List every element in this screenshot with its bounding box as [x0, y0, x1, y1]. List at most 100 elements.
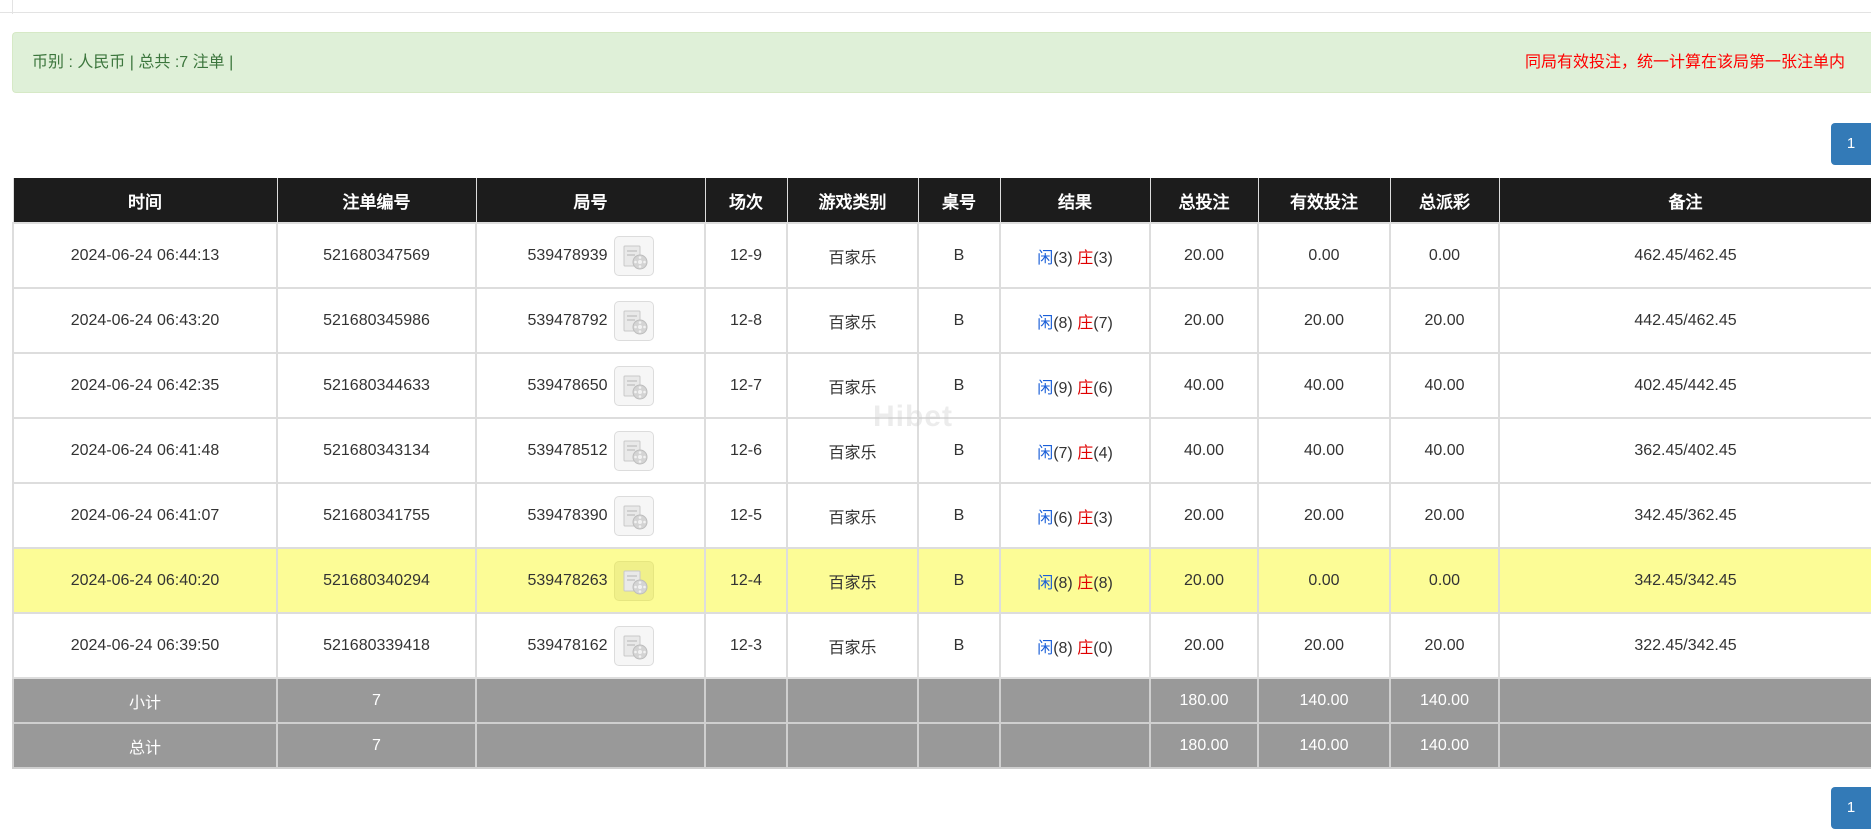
col-header-note: 备注 — [1498, 178, 1871, 224]
col-header-valid-bet: 有效投注 — [1257, 178, 1391, 224]
subtotal-row: 小计 7 180.00 140.00 140.00 — [12, 677, 1871, 724]
video-replay-icon[interactable] — [613, 235, 654, 276]
pagination-page-1-top[interactable]: 1 — [1831, 123, 1871, 165]
video-replay-icon[interactable] — [613, 495, 654, 536]
empty-cell — [704, 722, 788, 769]
cell-result: 闲(3) 庄(3) — [999, 222, 1151, 289]
cell-bet-no: 521680343134 — [276, 417, 477, 484]
banker-score: (7) — [1093, 314, 1113, 332]
round-number: 539478390 — [527, 506, 608, 524]
valid-bet-notice: 同局有效投注，统一计算在该局第一张注单内 — [1524, 54, 1845, 71]
cell-total-bet: 20.00 — [1149, 482, 1259, 549]
table-row: 2024-06-24 06:43:20 521680345986 539478792… — [12, 287, 1871, 354]
top-divider-cap — [12, 0, 13, 14]
banker-score: (6) — [1093, 379, 1113, 397]
banker-label: 庄 — [1077, 314, 1094, 332]
empty-cell — [917, 677, 1001, 724]
cell-game-type: 百家乐 — [786, 612, 919, 679]
player-score: (8) — [1053, 314, 1073, 332]
round-number: 539478512 — [527, 441, 608, 459]
cell-session: 12-8 — [704, 287, 788, 354]
table-row: 2024-06-24 06:39:50 521680339418 539478162… — [12, 612, 1871, 679]
cell-payout: 0.00 — [1389, 547, 1500, 614]
cell-time: 2024-06-24 06:43:20 — [12, 287, 278, 354]
empty-cell — [1498, 722, 1871, 769]
col-header-result: 结果 — [999, 178, 1151, 224]
cell-result: 闲(8) 庄(7) — [999, 287, 1151, 354]
cell-game-type: 百家乐 — [786, 352, 919, 419]
subtotal-valid-bet: 140.00 — [1257, 677, 1391, 724]
table-row: 2024-06-24 06:41:48 521680343134 539478512… — [12, 417, 1871, 484]
player-label: 闲 — [1037, 314, 1054, 332]
cell-payout: 20.00 — [1389, 287, 1500, 354]
cell-round: 539478162 — [475, 612, 706, 679]
cell-bet-no: 521680340294 — [276, 547, 477, 614]
cell-result: 闲(9) 庄(6) — [999, 352, 1151, 419]
grandtotal-row: 总计 7 180.00 140.00 140.00 — [12, 722, 1871, 769]
grandtotal-total-bet: 180.00 — [1149, 722, 1259, 769]
cell-total-bet: 40.00 — [1149, 417, 1259, 484]
round-number: 539478263 — [527, 571, 608, 589]
cell-total-bet: 20.00 — [1149, 612, 1259, 679]
cell-table-no: B — [917, 417, 1001, 484]
round-number: 539478162 — [527, 636, 608, 654]
cell-time: 2024-06-24 06:41:07 — [12, 482, 278, 549]
cell-bet-no: 521680344633 — [276, 352, 477, 419]
player-score: (8) — [1053, 574, 1073, 592]
cell-valid-bet: 20.00 — [1257, 612, 1391, 679]
cell-game-type: 百家乐 — [786, 222, 919, 289]
cell-time: 2024-06-24 06:40:20 — [12, 547, 278, 614]
banker-score: (4) — [1093, 444, 1113, 462]
player-label: 闲 — [1037, 379, 1054, 397]
cell-valid-bet: 0.00 — [1257, 547, 1391, 614]
cell-time: 2024-06-24 06:41:48 — [12, 417, 278, 484]
table-row: 2024-06-24 06:41:07 521680341755 539478390… — [12, 482, 1871, 549]
cell-note: 342.45/362.45 — [1498, 482, 1871, 549]
bet-records-table: 时间 注单编号 局号 场次 游戏类别 桌号 结果 总投注 有效投注 总派彩 备注… — [12, 178, 1871, 769]
col-header-payout: 总派彩 — [1389, 178, 1500, 224]
player-label: 闲 — [1037, 444, 1054, 462]
cell-valid-bet: 20.00 — [1257, 287, 1391, 354]
cell-total-bet: 20.00 — [1149, 287, 1259, 354]
cell-session: 12-5 — [704, 482, 788, 549]
cell-total-bet: 40.00 — [1149, 352, 1259, 419]
banker-label: 庄 — [1077, 444, 1094, 462]
cell-bet-no: 521680347569 — [276, 222, 477, 289]
cell-payout: 20.00 — [1389, 482, 1500, 549]
video-replay-icon[interactable] — [613, 625, 654, 666]
cell-time: 2024-06-24 06:44:13 — [12, 222, 278, 289]
cell-total-bet: 20.00 — [1149, 222, 1259, 289]
cell-session: 12-4 — [704, 547, 788, 614]
cell-result: 闲(8) 庄(0) — [999, 612, 1151, 679]
top-divider — [0, 12, 1871, 13]
cell-payout: 40.00 — [1389, 417, 1500, 484]
video-replay-icon[interactable] — [613, 430, 654, 471]
round-number: 539478939 — [527, 246, 608, 264]
cell-result: 闲(8) 庄(8) — [999, 547, 1151, 614]
cell-valid-bet: 40.00 — [1257, 417, 1391, 484]
grandtotal-payout: 140.00 — [1389, 722, 1500, 769]
cell-note: 442.45/462.45 — [1498, 287, 1871, 354]
round-number: 539478650 — [527, 376, 608, 394]
video-replay-icon[interactable] — [613, 300, 654, 341]
cell-valid-bet: 40.00 — [1257, 352, 1391, 419]
banker-label: 庄 — [1077, 639, 1094, 657]
pagination-page-1-bottom[interactable]: 1 — [1831, 787, 1871, 829]
round-number: 539478792 — [527, 311, 608, 329]
player-label: 闲 — [1037, 249, 1054, 267]
banker-score: (3) — [1093, 249, 1113, 267]
video-replay-icon[interactable] — [613, 560, 654, 601]
cell-payout: 40.00 — [1389, 352, 1500, 419]
cell-round: 539478939 — [475, 222, 706, 289]
cell-round: 539478650 — [475, 352, 706, 419]
col-header-bet-no: 注单编号 — [276, 178, 477, 224]
cell-note: 462.45/462.45 — [1498, 222, 1871, 289]
banker-label: 庄 — [1077, 509, 1094, 527]
video-replay-icon[interactable] — [613, 365, 654, 406]
grandtotal-count: 7 — [276, 722, 477, 769]
cell-table-no: B — [917, 612, 1001, 679]
cell-result: 闲(7) 庄(4) — [999, 417, 1151, 484]
cell-table-no: B — [917, 482, 1001, 549]
cell-table-no: B — [917, 352, 1001, 419]
empty-cell — [704, 677, 788, 724]
